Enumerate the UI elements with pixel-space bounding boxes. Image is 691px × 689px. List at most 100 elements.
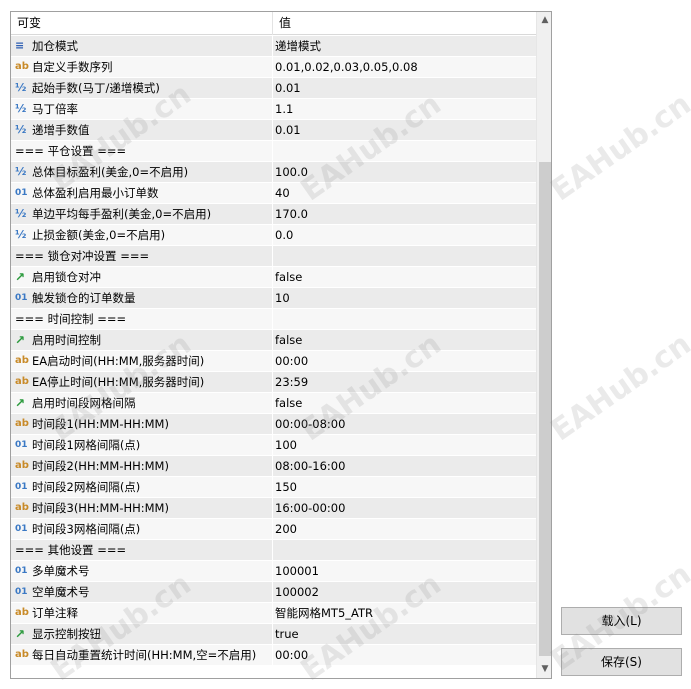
column-header-variable[interactable]: 可变 xyxy=(11,12,273,35)
column-divider xyxy=(272,414,273,435)
parameter-value[interactable] xyxy=(275,309,535,329)
parameter-name: 马丁倍率 xyxy=(32,102,78,116)
parameter-row[interactable]: 01 多单魔术号 100001 xyxy=(11,561,536,582)
parameter-name: 时间段2网格间隔(点) xyxy=(32,480,141,494)
section-header-row[interactable]: === 锁仓对冲设置 === xyxy=(11,246,536,267)
scroll-down-arrow-icon[interactable]: ▼ xyxy=(537,661,551,678)
column-divider xyxy=(272,78,273,99)
parameter-row[interactable]: 01 时间段2网格间隔(点) 150 xyxy=(11,477,536,498)
column-divider xyxy=(272,393,273,414)
column-divider xyxy=(272,435,273,456)
parameter-value[interactable]: false xyxy=(275,330,535,350)
parameter-row[interactable]: ≡ 加仓模式 递增模式 xyxy=(11,36,536,57)
inputs-grid: 可变 值 ≡ 加仓模式 递增模式 ab 自定义手数序列 0.01,0.02,0.03,0.… xyxy=(10,11,552,679)
parameter-row[interactable]: ab EA停止时间(HH:MM,服务器时间) 23:59 xyxy=(11,372,536,393)
parameter-value[interactable]: 200 xyxy=(275,519,535,539)
parameter-value[interactable]: false xyxy=(275,393,535,413)
parameter-row[interactable]: ab 时间段1(HH:MM-HH:MM) 00:00-08:00 xyxy=(11,414,536,435)
vertical-scrollbar[interactable]: ▲ ▼ xyxy=(536,12,551,678)
parameter-name: 止损金额(美金,0=不启用) xyxy=(32,228,166,242)
column-divider xyxy=(272,540,273,561)
parameter-value[interactable]: 100001 xyxy=(275,561,535,581)
parameter-value[interactable]: 10 xyxy=(275,288,535,308)
parameter-name: 时间段1网格间隔(点) xyxy=(32,438,141,452)
parameter-value[interactable]: 智能网格MT5_ATR xyxy=(275,603,535,623)
parameter-value[interactable]: 1.1 xyxy=(275,99,535,119)
parameter-row[interactable]: ½ 总体目标盈利(美金,0=不启用) 100.0 xyxy=(11,162,536,183)
parameter-name: 启用锁仓对冲 xyxy=(32,270,101,284)
parameter-value[interactable] xyxy=(275,246,535,266)
parameter-value[interactable]: 100.0 xyxy=(275,162,535,182)
parameter-name: 多单魔术号 xyxy=(32,564,90,578)
parameter-row[interactable]: 01 空单魔术号 100002 xyxy=(11,582,536,603)
watermark-text: EAHub.cn xyxy=(544,86,691,209)
parameter-value[interactable]: 00:00 xyxy=(275,351,535,371)
parameter-value[interactable]: true xyxy=(275,624,535,644)
parameter-name: 时间段3(HH:MM-HH:MM) xyxy=(32,501,169,515)
column-divider xyxy=(272,57,273,78)
watermark-text: EAHub.cn xyxy=(544,326,691,449)
parameter-name: EA启动时间(HH:MM,服务器时间) xyxy=(32,354,205,368)
column-divider xyxy=(272,36,273,57)
parameter-value[interactable] xyxy=(275,540,535,560)
parameter-name: 订单注释 xyxy=(32,606,78,620)
parameter-row[interactable]: ½ 马丁倍率 1.1 xyxy=(11,99,536,120)
parameter-value[interactable]: 递增模式 xyxy=(275,36,535,56)
parameter-value[interactable] xyxy=(275,141,535,161)
column-divider xyxy=(272,372,273,393)
parameter-name: 触发锁仓的订单数量 xyxy=(32,291,136,305)
parameter-row[interactable]: ½ 递增手数值 0.01 xyxy=(11,120,536,141)
parameter-value[interactable]: 00:00 xyxy=(275,645,535,665)
load-button[interactable]: 载入(L) xyxy=(561,607,682,635)
parameter-value[interactable]: 170.0 xyxy=(275,204,535,224)
section-header-row[interactable]: === 平仓设置 === xyxy=(11,141,536,162)
parameter-value[interactable]: 40 xyxy=(275,183,535,203)
column-divider xyxy=(272,141,273,162)
parameter-row[interactable]: ab 订单注释 智能网格MT5_ATR xyxy=(11,603,536,624)
column-header-value[interactable]: 值 xyxy=(273,12,536,35)
parameter-rows: ≡ 加仓模式 递增模式 ab 自定义手数序列 0.01,0.02,0.03,0.05,0.… xyxy=(11,36,536,666)
column-divider xyxy=(272,246,273,267)
parameter-value[interactable]: 100002 xyxy=(275,582,535,602)
parameter-value[interactable]: 0.01 xyxy=(275,120,535,140)
section-header-row[interactable]: === 时间控制 === xyxy=(11,309,536,330)
parameter-value[interactable]: 23:59 xyxy=(275,372,535,392)
parameter-row[interactable]: 01 时间段3网格间隔(点) 200 xyxy=(11,519,536,540)
scroll-up-arrow-icon[interactable]: ▲ xyxy=(537,12,551,29)
save-button[interactable]: 保存(S) xyxy=(561,648,682,676)
parameter-row[interactable]: ↗ 显示控制按钮 true xyxy=(11,624,536,645)
parameter-value[interactable]: 00:00-08:00 xyxy=(275,414,535,434)
parameter-value[interactable]: 16:00-00:00 xyxy=(275,498,535,518)
parameter-value[interactable]: 0.0 xyxy=(275,225,535,245)
parameter-value[interactable]: false xyxy=(275,267,535,287)
parameter-row[interactable]: ↗ 启用锁仓对冲 false xyxy=(11,267,536,288)
section-header-row[interactable]: === 其他设置 === xyxy=(11,540,536,561)
column-divider xyxy=(272,120,273,141)
parameter-row[interactable]: ½ 止损金额(美金,0=不启用) 0.0 xyxy=(11,225,536,246)
parameter-value[interactable]: 0.01,0.02,0.03,0.05,0.08 xyxy=(275,57,535,77)
column-divider xyxy=(272,309,273,330)
parameter-row[interactable]: ½ 单边平均每手盈利(美金,0=不启用) 170.0 xyxy=(11,204,536,225)
column-divider xyxy=(272,561,273,582)
column-divider xyxy=(272,183,273,204)
parameter-row[interactable]: ab 每日自动重置统计时间(HH:MM,空=不启用) 00:00 xyxy=(11,645,536,666)
parameter-row[interactable]: ↗ 启用时间段网格间隔 false xyxy=(11,393,536,414)
parameter-value[interactable]: 150 xyxy=(275,477,535,497)
parameter-row[interactable]: ab EA启动时间(HH:MM,服务器时间) 00:00 xyxy=(11,351,536,372)
parameter-value[interactable]: 0.01 xyxy=(275,78,535,98)
parameter-row[interactable]: 01 总体盈利启用最小订单数 40 xyxy=(11,183,536,204)
parameter-row[interactable]: 01 时间段1网格间隔(点) 100 xyxy=(11,435,536,456)
parameter-row[interactable]: 01 触发锁仓的订单数量 10 xyxy=(11,288,536,309)
parameter-row[interactable]: ½ 起始手数(马丁/递增模式) 0.01 xyxy=(11,78,536,99)
scrollbar-thumb[interactable] xyxy=(539,162,551,656)
parameter-name: 启用时间段网格间隔 xyxy=(32,396,136,410)
parameter-value[interactable]: 100 xyxy=(275,435,535,455)
parameter-name: 加仓模式 xyxy=(32,39,78,53)
parameter-row[interactable]: ab 时间段2(HH:MM-HH:MM) 08:00-16:00 xyxy=(11,456,536,477)
column-divider xyxy=(272,267,273,288)
column-divider xyxy=(272,477,273,498)
parameter-row[interactable]: ab 自定义手数序列 0.01,0.02,0.03,0.05,0.08 xyxy=(11,57,536,78)
parameter-row[interactable]: ↗ 启用时间控制 false xyxy=(11,330,536,351)
parameter-value[interactable]: 08:00-16:00 xyxy=(275,456,535,476)
parameter-row[interactable]: ab 时间段3(HH:MM-HH:MM) 16:00-00:00 xyxy=(11,498,536,519)
